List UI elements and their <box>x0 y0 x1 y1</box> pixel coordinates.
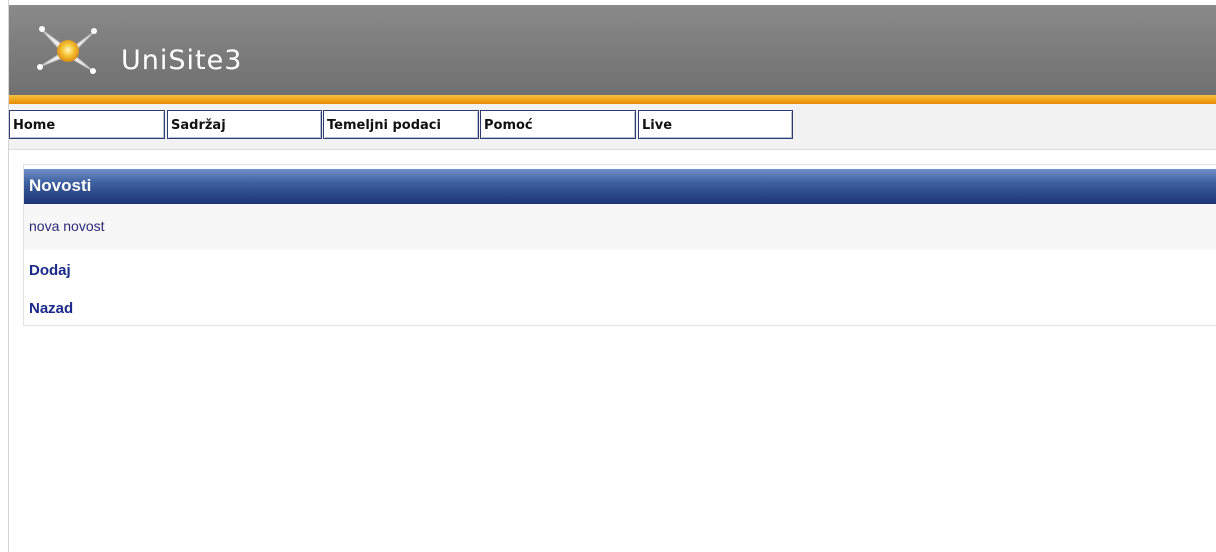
add-button[interactable]: Dodaj <box>29 262 71 279</box>
menu-item-temeljni-podaci[interactable]: Temeljni podaci <box>323 110 479 139</box>
news-panel: Novosti nova novost Dodaj Nazad <box>23 164 1216 326</box>
menu-item-pomoc[interactable]: Pomoć <box>480 110 636 139</box>
list-item: nova novost <box>24 204 1216 250</box>
logo-text: UniSite3 <box>121 45 243 76</box>
page-frame: UniSite3 Home Sadržaj Temeljni podaci Po… <box>8 0 1216 552</box>
menu-item-home[interactable]: Home <box>9 110 165 139</box>
header-accent-bar <box>9 95 1216 104</box>
menu-item-live[interactable]: Live <box>638 110 793 139</box>
panel-title: Novosti <box>24 169 1216 204</box>
header-banner: UniSite3 <box>9 5 1216 95</box>
back-button[interactable]: Nazad <box>29 300 73 317</box>
uni-star-icon <box>37 26 97 74</box>
main-menu: Home Sadržaj Temeljni podaci Pomoć Live <box>9 104 1216 150</box>
news-item-link[interactable]: nova novost <box>29 218 105 234</box>
menu-item-sadrzaj[interactable]: Sadržaj <box>167 110 322 139</box>
